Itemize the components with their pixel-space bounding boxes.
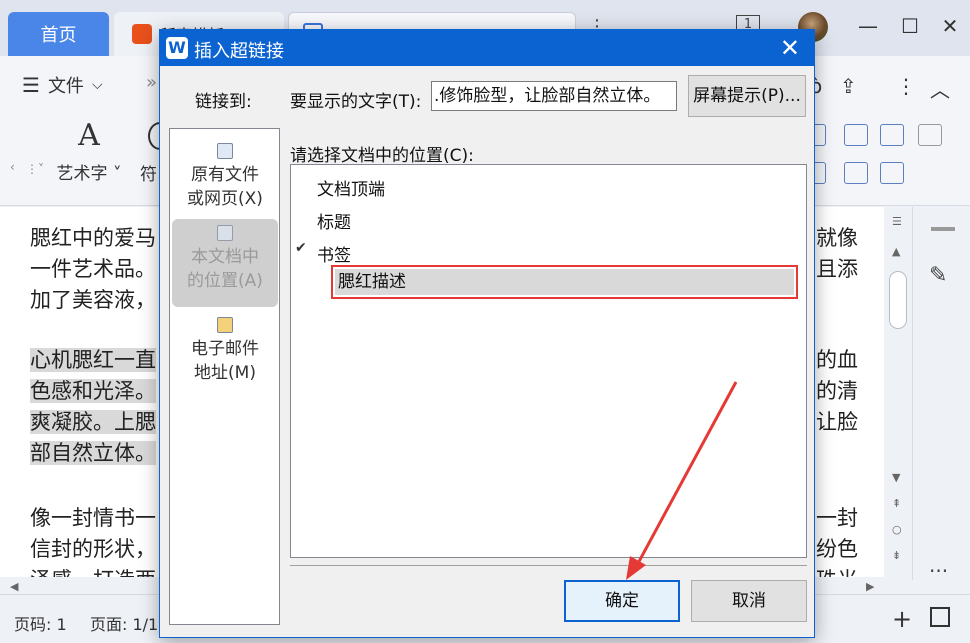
hamburger-icon: ☰ <box>22 73 40 97</box>
scroll-right-icon[interactable]: ▶ <box>866 580 874 593</box>
lock-tool-icon[interactable] <box>880 162 904 184</box>
paragraph-1: 腮红中的爱马 一件艺术品。 加了美容液， <box>30 226 156 312</box>
ribbon-more-icon[interactable]: ⋮˅ <box>26 162 44 176</box>
close-window-button[interactable]: ✕ <box>930 10 970 42</box>
maximize-button[interactable]: ☐ <box>890 10 930 42</box>
tree-item-document-top[interactable]: 文档顶端 <box>317 175 385 200</box>
ribbon-options-icon[interactable]: ⋮ <box>896 74 916 98</box>
dialog-title: 插入超链接 <box>194 41 284 62</box>
file-menu-label: 文件 <box>47 76 84 97</box>
ok-button[interactable]: 确定 <box>564 580 680 622</box>
docer-logo-icon <box>132 24 152 44</box>
web-page-icon <box>217 143 233 159</box>
minimize-button[interactable]: — <box>848 10 888 42</box>
link-type-email[interactable]: 电子邮件 地址(M) <box>172 313 278 393</box>
link-type-panel: 原有文件 或网页(X) 本文档中 的位置(A) 电子邮件 地址(M) <box>169 128 280 625</box>
file-menu[interactable]: ☰ 文件 ⌵ <box>22 72 103 98</box>
panel-menu-icon[interactable] <box>931 227 955 231</box>
scroll-split-icon[interactable]: ☰ <box>892 215 902 228</box>
screentip-button[interactable]: 屏幕提示(P)... <box>688 75 806 117</box>
right-side-panel: ✎ ··· <box>912 207 970 583</box>
selected-highlight-box: 腮红描述 <box>331 265 798 299</box>
collapse-ribbon-icon[interactable]: ︿ <box>930 74 950 103</box>
list-tool-icon[interactable] <box>880 124 904 146</box>
tree-item-bookmark-selected[interactable]: 腮红描述 <box>335 269 794 295</box>
display-text-input[interactable]: .修饰脸型，让脸部自然立体。 <box>431 81 677 111</box>
document-place-tree: 文档顶端 标题 ✔ 书签 腮红描述 <box>290 164 807 558</box>
dialog-close-button[interactable]: ✕ <box>780 34 800 62</box>
checkbox-tool-icon[interactable] <box>844 124 868 146</box>
more-options-icon[interactable]: ··· <box>929 559 948 583</box>
undo-tool-icon[interactable] <box>844 162 868 184</box>
symbol-button[interactable]: 符 <box>140 160 157 185</box>
paragraph-3-right: 一封 纷色 珠光 <box>816 506 858 577</box>
chevron-down-icon[interactable]: ✔ <box>295 240 307 256</box>
tab-home-label: 首页 <box>40 25 77 46</box>
ribbon-scroll-left-icon[interactable]: ‹ <box>10 160 15 174</box>
paragraph-2-highlighted: 心机腮红一直 色感和光泽。 爽凝胶。上腮 部自然立体。 <box>30 348 156 465</box>
arttext-button[interactable]: A 艺术字 ˅ <box>54 118 124 184</box>
insert-hyperlink-dialog: W 插入超链接 ✕ 链接到: 要显示的文字(T): .修饰脸型，让脸部自然立体。… <box>159 29 815 638</box>
prev-page-icon[interactable]: ⇞ <box>892 497 901 510</box>
link-type-existing-file[interactable]: 原有文件 或网页(X) <box>172 139 278 217</box>
paragraph-2-right: 的血 的清 让脸 <box>816 348 858 434</box>
page-number[interactable]: 页码: 1 <box>14 611 67 635</box>
scroll-up-icon[interactable]: ▲ <box>892 245 900 258</box>
wps-logo-icon: W <box>166 37 188 59</box>
share-icon[interactable]: ⇪ <box>840 74 857 98</box>
link-to-label: 链接到: <box>195 92 252 112</box>
zoom-in-icon[interactable]: + <box>892 605 912 633</box>
select-browse-icon[interactable]: ○ <box>892 523 902 536</box>
scroll-thumb[interactable] <box>889 271 907 329</box>
next-page-icon[interactable]: ⇟ <box>892 549 901 562</box>
dialog-divider <box>290 565 807 566</box>
scroll-left-icon[interactable]: ◀ <box>10 580 18 593</box>
place-in-document-label: 请选择文档中的位置(C): <box>290 146 474 166</box>
symbol-label: 符 <box>140 165 157 185</box>
link-type-place-in-document[interactable]: 本文档中 的位置(A) <box>172 219 278 307</box>
arttext-icon: A <box>78 118 100 153</box>
dialog-title-bar: W 插入超链接 ✕ <box>160 30 814 66</box>
email-icon <box>217 317 233 333</box>
cancel-button[interactable]: 取消 <box>691 580 807 622</box>
tree-item-headings[interactable]: 标题 <box>317 208 351 233</box>
ribbon-expand-icon[interactable]: » <box>146 72 157 93</box>
form-tool-icon[interactable] <box>918 124 942 146</box>
vertical-scrollbar[interactable]: ☰ ▲ ▼ ⇞ ○ ⇟ <box>885 207 911 580</box>
arttext-label: 艺术字 ˅ <box>56 164 122 184</box>
display-text-label: 要显示的文字(T): <box>290 92 422 112</box>
paragraph-3: 像一封情书一 信封的形状， 泽感，打造西 <box>30 506 156 577</box>
tree-item-bookmarks[interactable]: 书签 <box>317 241 351 266</box>
document-place-icon <box>217 225 233 241</box>
paragraph-1-right: 就像 且添 <box>816 226 858 281</box>
pen-icon[interactable]: ✎ <box>929 263 947 288</box>
page-count[interactable]: 页面: 1/1 <box>90 611 158 635</box>
tab-home[interactable]: 首页 <box>8 12 109 56</box>
chevron-down-icon: ⌵ <box>91 77 103 93</box>
scroll-down-icon[interactable]: ▼ <box>892 471 900 484</box>
fit-screen-icon[interactable] <box>930 607 950 627</box>
